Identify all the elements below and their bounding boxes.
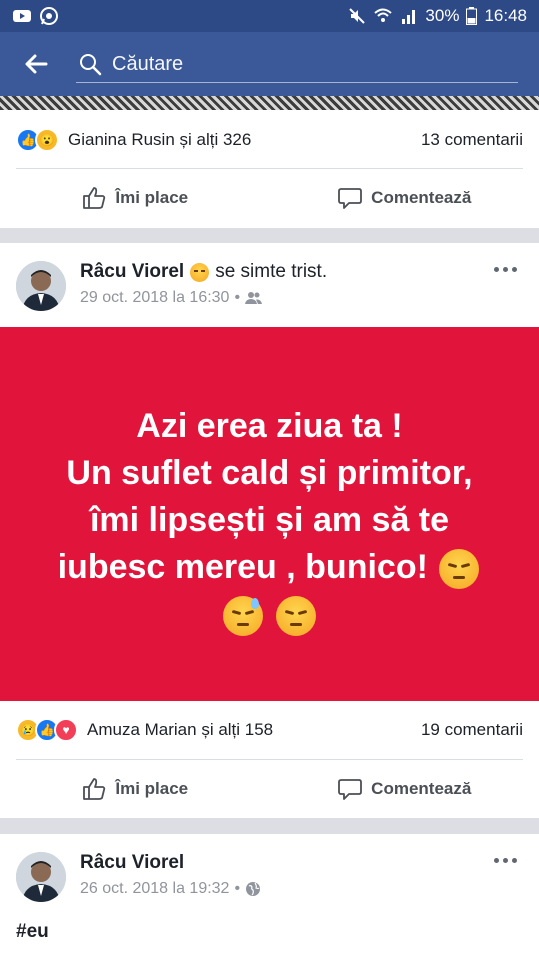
reactions-summary[interactable]: 😢 👍 ♥ Amuza Marian și alți 158 19 coment… xyxy=(0,708,539,752)
comment-button[interactable]: Comentează xyxy=(270,185,539,211)
like-button[interactable]: Îmi place xyxy=(0,776,270,802)
timestamp[interactable]: 26 oct. 2018 la 19:32 xyxy=(80,880,229,898)
profile-photo xyxy=(16,261,66,311)
love-reaction-icon: ♥ xyxy=(54,718,78,742)
downcast-sweat-face-icon xyxy=(222,596,263,637)
battery-percent: 30% xyxy=(425,6,460,25)
timestamp[interactable]: 29 oct. 2018 la 16:30 xyxy=(80,289,229,307)
like-button[interactable]: Îmi place xyxy=(0,185,270,211)
post-text-line: îmi lipsești și am să te xyxy=(89,501,450,539)
back-button[interactable] xyxy=(16,46,56,82)
like-label: Îmi place xyxy=(115,188,189,207)
post-text-line-with-emoji: iubesc mereu , bunico! xyxy=(30,544,509,591)
author-name[interactable]: Râcu Viorel xyxy=(80,261,184,283)
reaction-icons: 👍 😮 xyxy=(16,128,59,152)
previous-post-photo[interactable] xyxy=(0,96,539,110)
battery-icon xyxy=(466,7,478,25)
reactions-left: 😢 👍 ♥ Amuza Marian și alți 158 xyxy=(16,718,273,742)
comments-count[interactable]: 13 comentarii xyxy=(421,130,523,150)
author-name[interactable]: Râcu Viorel xyxy=(80,852,184,874)
thumbs-up-icon xyxy=(83,187,106,209)
sad-face-icon xyxy=(190,262,210,282)
comment-button[interactable]: Comentează xyxy=(270,776,539,802)
search-placeholder: Căutare xyxy=(112,52,184,75)
post-text[interactable]: #eu xyxy=(16,921,49,943)
profile-photo xyxy=(16,852,66,902)
post-text-line: Azi erea ziua ta ! xyxy=(136,407,403,445)
feeling-text: se simte trist. xyxy=(215,261,328,282)
post-text-line: iubesc mereu , bunico! xyxy=(57,548,428,586)
youtube-icon xyxy=(13,10,31,22)
more-options-button[interactable] xyxy=(494,267,517,272)
post-actions: Îmi place Comentează xyxy=(0,761,539,817)
divider xyxy=(16,168,523,169)
post-actions: Îmi place Comentează xyxy=(0,170,539,226)
status-bar: 30% 16:48 xyxy=(0,0,539,32)
emoji-line xyxy=(30,591,509,638)
avatar[interactable] xyxy=(16,852,66,902)
pensive-face-icon xyxy=(276,596,317,637)
dot-separator: • xyxy=(234,289,241,306)
post-header: Râcu Viorel 26 oct. 2018 la 19:32 • xyxy=(0,834,539,918)
pensive-face-icon xyxy=(439,549,480,590)
comment-icon xyxy=(338,188,363,209)
wow-reaction-icon: 😮 xyxy=(35,128,59,152)
wifi-icon xyxy=(374,8,393,22)
author-line: Râcu Viorel se simte trist. xyxy=(80,261,327,283)
post-meta: 26 oct. 2018 la 19:32 • xyxy=(80,880,261,898)
post-meta: 29 oct. 2018 la 16:30 • xyxy=(80,289,263,307)
post-text-line: Un suflet cald și primitor, xyxy=(66,454,473,492)
post-card-3: Râcu Viorel 26 oct. 2018 la 19:32 • xyxy=(0,834,539,960)
reactions-text: Gianina Rusin și alți 326 xyxy=(68,130,252,149)
back-arrow-icon xyxy=(25,54,48,74)
reaction-icons: 😢 👍 ♥ xyxy=(16,718,78,742)
reactions-left: 👍 😮 Gianina Rusin și alți 326 xyxy=(16,128,251,152)
friends-icon xyxy=(245,292,263,304)
divider xyxy=(16,759,523,760)
avatar[interactable] xyxy=(16,261,66,311)
comment-label: Comentează xyxy=(371,188,472,207)
whatsapp-icon xyxy=(40,7,58,25)
reactions-summary[interactable]: 👍 😮 Gianina Rusin și alți 326 13 comenta… xyxy=(0,118,539,162)
author-line: Râcu Viorel xyxy=(80,852,184,874)
comments-count[interactable]: 19 comentarii xyxy=(421,720,523,740)
globe-icon xyxy=(246,882,261,896)
search-input[interactable]: Căutare xyxy=(76,46,518,83)
comment-label: Comentează xyxy=(371,779,472,798)
clock: 16:48 xyxy=(484,6,527,25)
comment-icon xyxy=(338,779,363,800)
more-options-button[interactable] xyxy=(494,858,517,863)
app-bar: Căutare xyxy=(0,32,539,96)
post-text: Azi erea ziua ta ! Un suflet cald și pri… xyxy=(30,403,509,638)
mute-icon xyxy=(349,8,366,24)
post-card-1: 👍 😮 Gianina Rusin și alți 326 13 comenta… xyxy=(0,110,539,228)
reactions-text: Amuza Marian și alți 158 xyxy=(87,720,274,739)
background-text-post: Azi erea ziua ta ! Un suflet cald și pri… xyxy=(0,327,539,701)
thumbs-up-icon xyxy=(83,778,106,800)
search-icon xyxy=(80,54,102,76)
status-right: 30% 16:48 xyxy=(348,6,527,26)
like-label: Îmi place xyxy=(115,779,189,798)
signal-icon xyxy=(402,10,416,24)
post-header: Râcu Viorel se simte trist. 29 oct. 2018… xyxy=(0,243,539,327)
status-left xyxy=(12,6,59,26)
dot-separator: • xyxy=(234,880,241,897)
